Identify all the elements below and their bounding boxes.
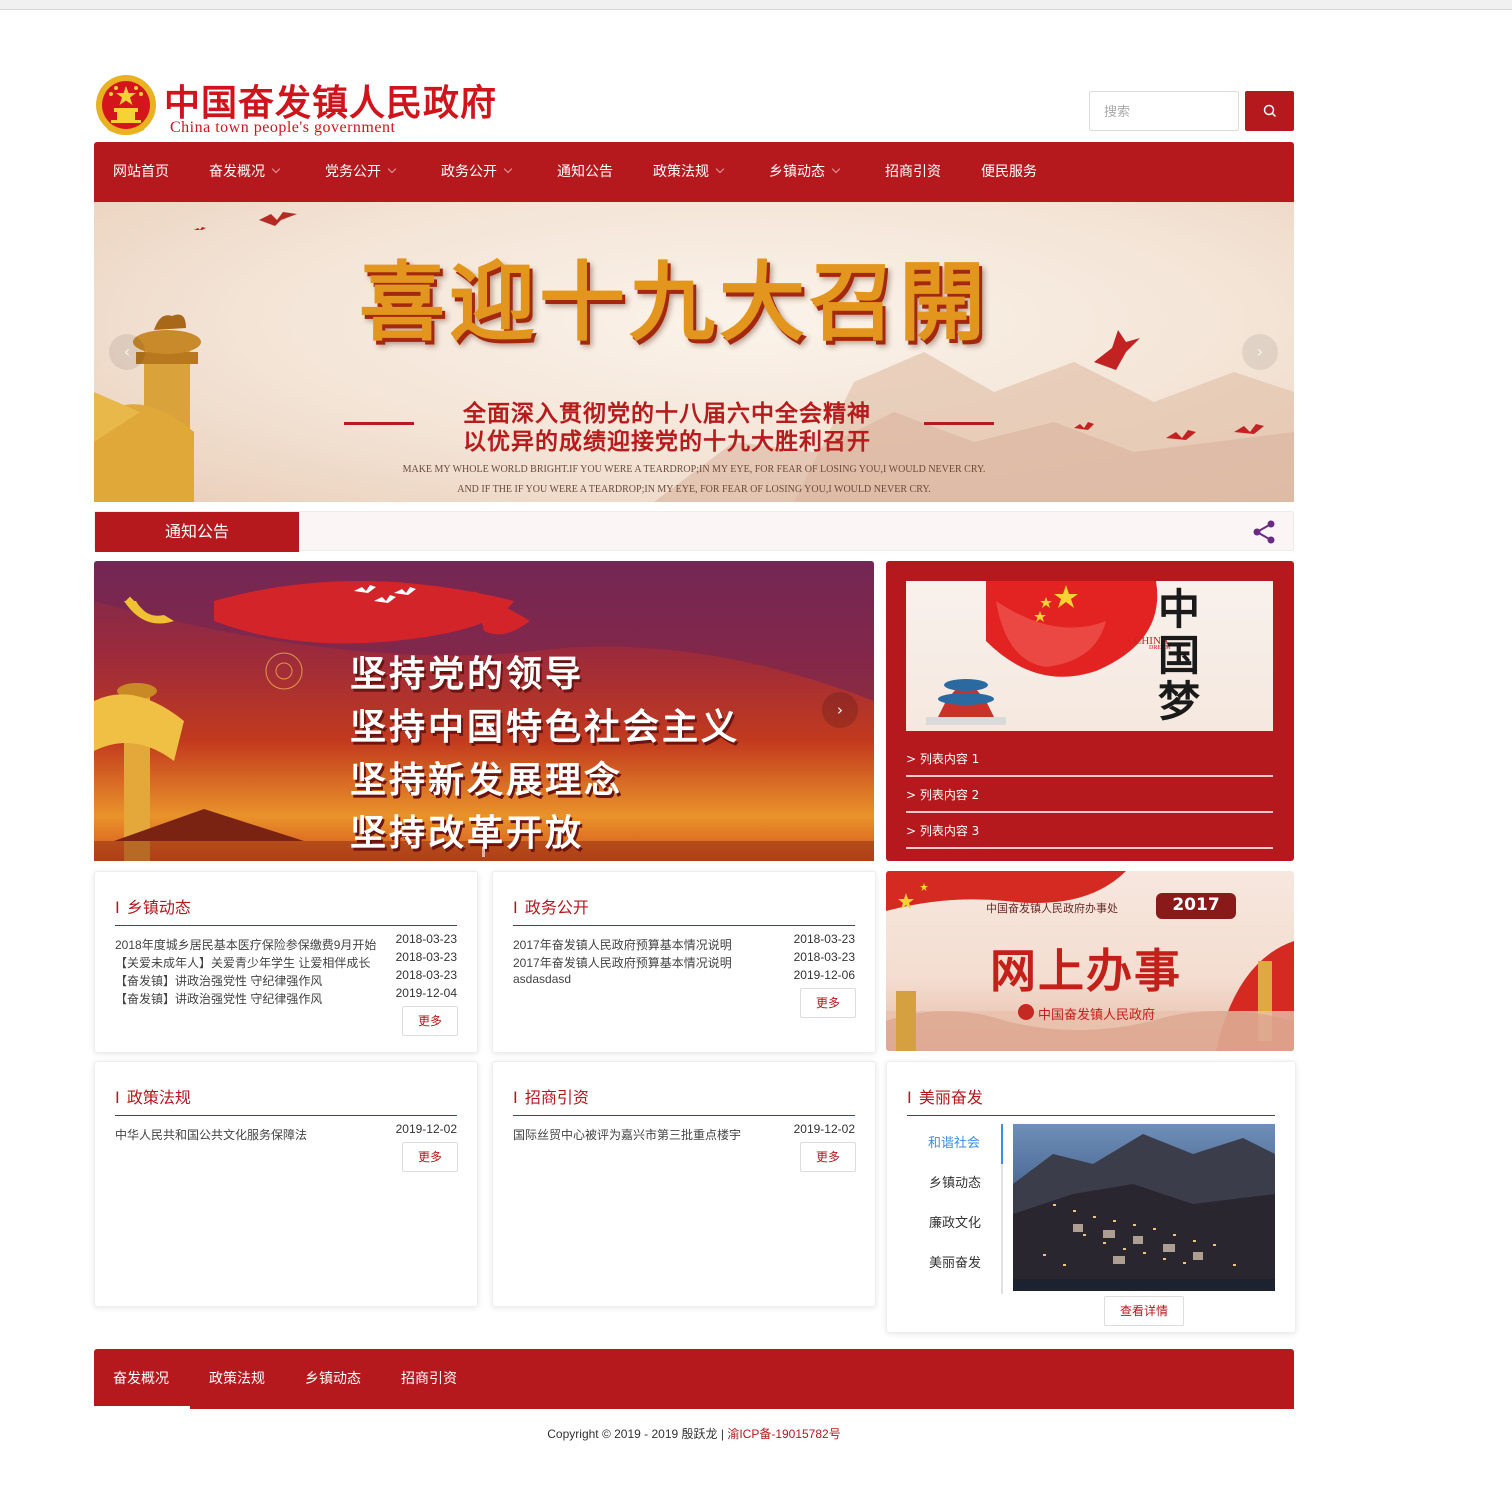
nav-label: 政策法规 bbox=[653, 164, 709, 180]
tab-township[interactable]: 乡镇动态 bbox=[907, 1164, 1003, 1204]
nav-item-investment[interactable]: 招商引资 bbox=[885, 142, 941, 202]
banner-divider bbox=[924, 422, 994, 425]
chevron-down-icon bbox=[271, 164, 281, 174]
nav-item-party[interactable]: 党务公开 bbox=[325, 142, 397, 202]
footer-nav-township[interactable]: 乡镇动态 bbox=[305, 1349, 361, 1409]
chevron-left-icon: ‹ bbox=[123, 342, 131, 361]
nav-item-policy[interactable]: 政策法规 bbox=[653, 142, 725, 202]
slider-next-button[interactable]: › bbox=[822, 692, 858, 728]
view-details-button[interactable]: 查看详情 bbox=[1104, 1296, 1184, 1326]
nav-label: 招商引资 bbox=[885, 164, 941, 180]
nav-item-township[interactable]: 乡镇动态 bbox=[769, 142, 841, 202]
copyright: Copyright © 2019 - 2019 殷跃龙 | 渝ICP备-1901… bbox=[0, 1425, 1388, 1442]
slogan-line-4: 坚持改革开放 bbox=[350, 812, 585, 854]
more-button[interactable]: 更多 bbox=[402, 1006, 458, 1036]
card-government-affairs: I 政务公开 2017年奋发镇人民政府预算基本情况说明 2018-03-23 20… bbox=[492, 871, 876, 1053]
town-photo-drawing bbox=[1013, 1134, 1275, 1291]
more-button[interactable]: 更多 bbox=[800, 988, 856, 1018]
online-office-banner[interactable]: 中国奋发镇人民政府办事处 2017 网上办事 中国奋发镇人民政府 bbox=[886, 871, 1294, 1051]
footer-nav-policy[interactable]: 政策法规 bbox=[209, 1349, 265, 1409]
banner-next-button[interactable]: › bbox=[1242, 334, 1278, 370]
banner-title: 喜迎十九大召開 bbox=[359, 252, 989, 353]
tab-harmony[interactable]: 和谐社会 bbox=[907, 1124, 1003, 1164]
tab-beautiful[interactable]: 美丽奋发 bbox=[907, 1244, 1003, 1284]
town-photo bbox=[1013, 1124, 1275, 1291]
card-township-news: I 乡镇动态 2018年度城乡居民基本医疗保险参保缴费9月开始 2018-03-2… bbox=[94, 871, 478, 1053]
card-title: I 乡镇动态 bbox=[115, 894, 457, 926]
card-title: I 政务公开 bbox=[513, 894, 855, 926]
search-icon bbox=[1263, 104, 1276, 118]
card-title: I 招商引资 bbox=[513, 1084, 855, 1116]
card-title: I 美丽奋发 bbox=[907, 1084, 1275, 1116]
china-dream-image[interactable]: CHINA DREAM 中国梦 bbox=[906, 581, 1273, 731]
national-emblem bbox=[96, 75, 156, 135]
nav-item-overview[interactable]: 奋发概况 bbox=[209, 142, 281, 202]
card-policy: I 政策法规 中华人民共和国公共文化服务保障法 2019-12-02 更多 bbox=[94, 1061, 478, 1307]
office-org-text: 中国奋发镇人民政府办事处 bbox=[986, 902, 1118, 915]
browser-top-strip bbox=[0, 0, 1512, 10]
chevron-right-icon: › bbox=[1256, 342, 1264, 361]
china-dream-panel: CHINA DREAM 中国梦 > 列表内容 1 > 列表内容 2 > 列表内容… bbox=[886, 561, 1294, 861]
list-item[interactable]: > 列表内容 1 bbox=[906, 741, 1273, 777]
search-input[interactable] bbox=[1089, 91, 1239, 131]
office-title: 网上办事 bbox=[990, 944, 1182, 998]
main-banner[interactable]: 喜迎十九大召開 全面深入贯彻党的十八届六中全会精神 以优异的成绩迎接党的十九大胜… bbox=[94, 202, 1294, 502]
list-item[interactable]: > 列表内容 3 bbox=[906, 813, 1273, 849]
chevron-down-icon bbox=[387, 164, 397, 174]
copyright-text: Copyright © 2019 - 2019 殷跃龙 | bbox=[547, 1427, 728, 1441]
nav-label: 通知公告 bbox=[557, 164, 613, 180]
more-button[interactable]: 更多 bbox=[800, 1142, 856, 1172]
chevron-down-icon bbox=[503, 164, 513, 174]
main-nav: 网站首页 奋发概况 党务公开 政务公开 通知公告 政策法规 乡镇动态 招商引资 … bbox=[94, 142, 1294, 202]
nav-item-government[interactable]: 政务公开 bbox=[441, 142, 513, 202]
banner-english-2: AND IF THE IF YOU WERE A TEARDROP;IN MY … bbox=[457, 484, 931, 495]
site-logo[interactable]: 中国奋发镇人民政府 China town people's government bbox=[94, 70, 514, 140]
party-slider[interactable]: 坚持党的领导 坚持中国特色社会主义 坚持新发展理念 坚持改革开放 › bbox=[94, 561, 874, 861]
notice-label: 通知公告 bbox=[95, 512, 299, 552]
dream-title: 中国梦 bbox=[1158, 585, 1201, 726]
nav-item-services[interactable]: 便民服务 bbox=[981, 142, 1037, 202]
banner-subtitle-2: 以优异的成绩迎接党的十九大胜利召开 bbox=[463, 428, 871, 455]
more-button[interactable]: 更多 bbox=[402, 1142, 458, 1172]
nav-label: 政务公开 bbox=[441, 164, 497, 180]
chevron-right-icon: › bbox=[837, 701, 843, 719]
nav-item-notice[interactable]: 通知公告 bbox=[557, 142, 613, 202]
nav-label: 党务公开 bbox=[325, 164, 381, 180]
nav-label: 乡镇动态 bbox=[769, 164, 825, 180]
card-title: I 政策法规 bbox=[115, 1084, 457, 1116]
nav-label: 网站首页 bbox=[113, 164, 169, 180]
tab-integrity[interactable]: 廉政文化 bbox=[907, 1204, 1003, 1244]
chevron-down-icon bbox=[831, 164, 841, 174]
footer-nav-overview[interactable]: 奋发概况 bbox=[113, 1349, 169, 1409]
list-item[interactable]: > 列表内容 2 bbox=[906, 777, 1273, 813]
vertical-tabs: 和谐社会 乡镇动态 廉政文化 美丽奋发 bbox=[907, 1124, 1003, 1294]
banner-divider bbox=[344, 422, 414, 425]
share-icon[interactable] bbox=[1251, 519, 1277, 545]
card-investment: I 招商引资 国际丝贸中心被评为嘉兴市第三批重点楼宇 2019-12-02 更多 bbox=[492, 1061, 876, 1307]
office-gov-text: 中国奋发镇人民政府 bbox=[1038, 1008, 1156, 1023]
site-title-en: China town people's government bbox=[170, 119, 396, 136]
slogan-line-1: 坚持党的领导 bbox=[350, 653, 585, 695]
icp-link[interactable]: 渝ICP备-19015782号 bbox=[727, 1427, 840, 1441]
chevron-down-icon bbox=[715, 164, 725, 174]
nav-label: 奋发概况 bbox=[209, 164, 265, 180]
footer-nav: 奋发概况 政策法规 乡镇动态 招商引资 bbox=[94, 1349, 1294, 1409]
slider-indicator[interactable] bbox=[482, 847, 485, 857]
notice-bar: 通知公告 bbox=[94, 511, 1294, 552]
office-year: 2017 bbox=[1172, 895, 1220, 915]
nav-label: 便民服务 bbox=[981, 164, 1037, 180]
slogan-line-2: 坚持中国特色社会主义 bbox=[350, 706, 741, 748]
slogan-line-3: 坚持新发展理念 bbox=[350, 759, 624, 801]
footer-nav-active-indicator bbox=[94, 1406, 190, 1409]
footer-nav-investment[interactable]: 招商引资 bbox=[401, 1349, 457, 1409]
site-header: 中国奋发镇人民政府 China town people's government bbox=[94, 70, 1294, 142]
card-beautiful-town: I 美丽奋发 和谐社会 乡镇动态 廉政文化 美丽奋发 查看详情 bbox=[886, 1061, 1296, 1333]
nav-item-home[interactable]: 网站首页 bbox=[113, 142, 169, 202]
search-button[interactable] bbox=[1245, 91, 1294, 131]
banner-english-1: MAKE MY WHOLE WORLD BRIGHT.IF YOU WERE A… bbox=[402, 464, 986, 475]
banner-prev-button[interactable]: ‹ bbox=[109, 334, 145, 370]
